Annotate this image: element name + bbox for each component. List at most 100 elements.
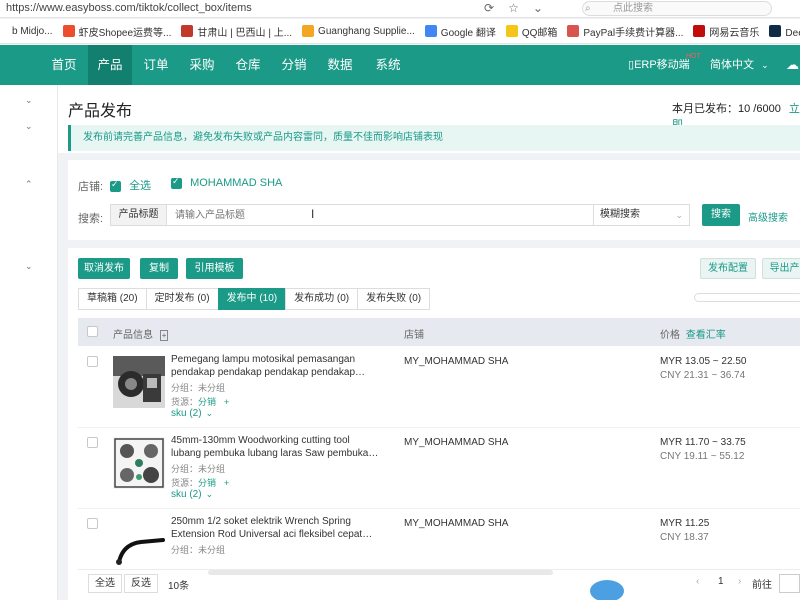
nav-system[interactable]: 系统 [364, 45, 412, 85]
sku-toggle[interactable]: sku (2) ⌄ [171, 408, 213, 419]
plus-icon[interactable]: + [224, 478, 229, 488]
prev-page-icon[interactable]: ‹ [696, 576, 699, 587]
bookmark-label: QQ邮箱 [521, 27, 558, 39]
chevron-down-icon: ⌄ [205, 408, 214, 418]
hot-badge: HOT [686, 53, 701, 60]
tab-scheduled[interactable]: 定时发布 (0) [145, 288, 218, 310]
shop-label: 店铺: [78, 181, 104, 193]
tab-success[interactable]: 发布成功 (0) [285, 288, 358, 310]
price-myr: MYR 11.25 [660, 518, 710, 529]
match-mode-select[interactable]: 模糊搜索 ⌄ [593, 204, 690, 226]
bookmark-label: PayPal手续费计算器... [583, 27, 684, 39]
source-value: 分销 [198, 397, 217, 407]
cancel-publish-button[interactable]: 取消发布 [78, 258, 130, 279]
shop-name: MY_MOHAMMAD SHA [404, 518, 509, 529]
table-row: Pemegang lampu motosikal pemasangan pend… [78, 348, 800, 428]
product-name[interactable]: Pemegang lampu motosikal pemasangan pend… [171, 354, 381, 379]
row-checkbox[interactable] [87, 356, 98, 367]
product-group: 分组：未分组 [171, 464, 226, 474]
bookmark-item[interactable]: Google 翻译 [424, 24, 496, 39]
export-button[interactable]: 导出产 [762, 258, 800, 279]
nav-warehouse[interactable]: 仓库 [226, 45, 270, 85]
shop-option[interactable]: MOHAMMAD SHA [171, 176, 282, 189]
copy-button[interactable]: 复制 [140, 258, 178, 279]
th-price: 价格 查看汇率 [660, 326, 726, 341]
language-switch[interactable]: 简体中文 ⌄ [710, 45, 769, 85]
product-image[interactable] [113, 518, 165, 570]
tab-failed[interactable]: 发布失败 (0) [357, 288, 431, 310]
filter-panel: 店铺: 全选 MOHAMMAD SHA 搜索: 产品标题 I 模糊搜索 ⌄ 搜索… [68, 160, 800, 240]
nav-products[interactable]: 产品 [88, 45, 132, 85]
chevron-down-icon[interactable]: ⌄ [25, 121, 33, 132]
bookmark-label: 网易云音乐 [709, 27, 760, 39]
chevron-down-icon: ⌄ [205, 489, 214, 499]
row-checkbox[interactable] [87, 437, 98, 448]
chevron-down-icon[interactable]: ⌄ [25, 95, 33, 106]
select-all-button[interactable]: 全选 [88, 574, 122, 593]
product-source: 货源：分销 + [171, 476, 229, 489]
bookmark-favicon-icon [693, 25, 706, 37]
bookmark-item[interactable]: QQ邮箱 [505, 24, 558, 39]
bookmark-label: DeepL翻译：全世界... [785, 27, 800, 39]
price-cny: CNY 19.11 ~ 55.12 [660, 451, 745, 462]
use-template-button[interactable]: 引用模板 [186, 258, 243, 279]
browser-url-bar: https://www.easyboss.com/tiktok/collect_… [0, 0, 800, 18]
bookmark-star-icon[interactable]: ☆ [508, 1, 519, 15]
cloud-icon[interactable]: ☁ [786, 45, 799, 85]
row-checkbox[interactable] [87, 518, 98, 529]
bookmark-favicon-icon [302, 25, 315, 37]
browser-search-box[interactable]: ⌕ 点此搜索 [582, 1, 772, 16]
bookmark-label: 甘肃山 | 巴西山 | 上... [197, 27, 293, 39]
bookmark-item[interactable]: b Midjo... [0, 25, 53, 37]
dropdown-icon[interactable]: ⌄ [533, 1, 543, 15]
product-name[interactable]: 250mm 1/2 soket elektrik Wrench Spring E… [171, 516, 381, 541]
th-product: 产品信息 + [113, 326, 169, 341]
expand-icon[interactable]: + [159, 330, 169, 341]
horizontal-scrollbar[interactable] [208, 570, 553, 575]
search-input[interactable] [169, 205, 589, 225]
shop-select-all[interactable]: 全选 [110, 177, 151, 193]
url-text[interactable]: https://www.easyboss.com/tiktok/collect_… [6, 2, 252, 14]
floating-widget[interactable] [590, 580, 624, 600]
current-page[interactable]: 1 [718, 576, 724, 587]
tab-publishing[interactable]: 发布中 (10) [217, 288, 286, 310]
search-button[interactable]: 搜索 [702, 204, 740, 226]
bookmark-item[interactable]: 甘肃山 | 巴西山 | 上... [181, 24, 292, 39]
bookmark-item[interactable]: 虾皮Shopee运费等... [62, 24, 171, 39]
chevron-down-icon[interactable]: ⌄ [25, 261, 33, 272]
publish-config-button[interactable]: 发布配置 [700, 258, 756, 279]
product-name[interactable]: 45mm-130mm Woodworking cutting tool luba… [171, 435, 381, 460]
sku-toggle[interactable]: sku (2) ⌄ [171, 489, 213, 500]
product-image[interactable] [113, 356, 165, 408]
advanced-search-link[interactable]: 高级搜索 [748, 209, 788, 224]
invert-selection-button[interactable]: 反选 [124, 574, 158, 593]
tab-drafts[interactable]: 草稿箱 (20) [78, 288, 146, 310]
bookmark-item[interactable]: DeepL翻译：全世界... [769, 24, 800, 39]
bookmark-item[interactable]: Guanghang Supplie... [302, 25, 415, 37]
nav-purchase[interactable]: 采购 [180, 45, 224, 85]
nav-home[interactable]: 首页 [42, 45, 86, 85]
horizontal-scrollbar[interactable] [694, 293, 800, 302]
erp-mobile-link[interactable]: ▯ERP移动端 [628, 45, 690, 85]
reload-icon[interactable]: ⟳ [484, 1, 494, 15]
bookmark-item[interactable]: PayPal手续费计算器... [567, 24, 683, 39]
product-image[interactable] [113, 437, 165, 489]
search-type-select[interactable]: 产品标题 [111, 205, 167, 225]
product-group: 分组：未分组 [171, 545, 226, 555]
view-rate-link[interactable]: 查看汇率 [686, 330, 726, 341]
nav-data[interactable]: 数据 [318, 45, 362, 85]
nav-distribution[interactable]: 分销 [272, 45, 316, 85]
bookmark-item[interactable]: 网易云音乐 [693, 24, 759, 39]
bookmark-label: Google 翻译 [440, 27, 496, 39]
product-list-panel: 取消发布 复制 引用模板 发布配置 导出产 草稿箱 (20) 定时发布 (0) … [68, 248, 800, 600]
plus-icon[interactable]: + [224, 397, 229, 407]
select-all-checkbox[interactable] [87, 326, 98, 337]
bookmark-label: b Midjo... [12, 25, 53, 37]
next-page-icon[interactable]: › [738, 576, 741, 587]
th-shop: 店铺 [404, 330, 424, 341]
page-title: 产品发布 [68, 103, 133, 120]
chevron-up-icon[interactable]: ⌃ [25, 179, 33, 190]
bookmark-favicon-icon [62, 25, 75, 37]
nav-orders[interactable]: 订单 [134, 45, 178, 85]
goto-page-input[interactable] [779, 574, 800, 593]
